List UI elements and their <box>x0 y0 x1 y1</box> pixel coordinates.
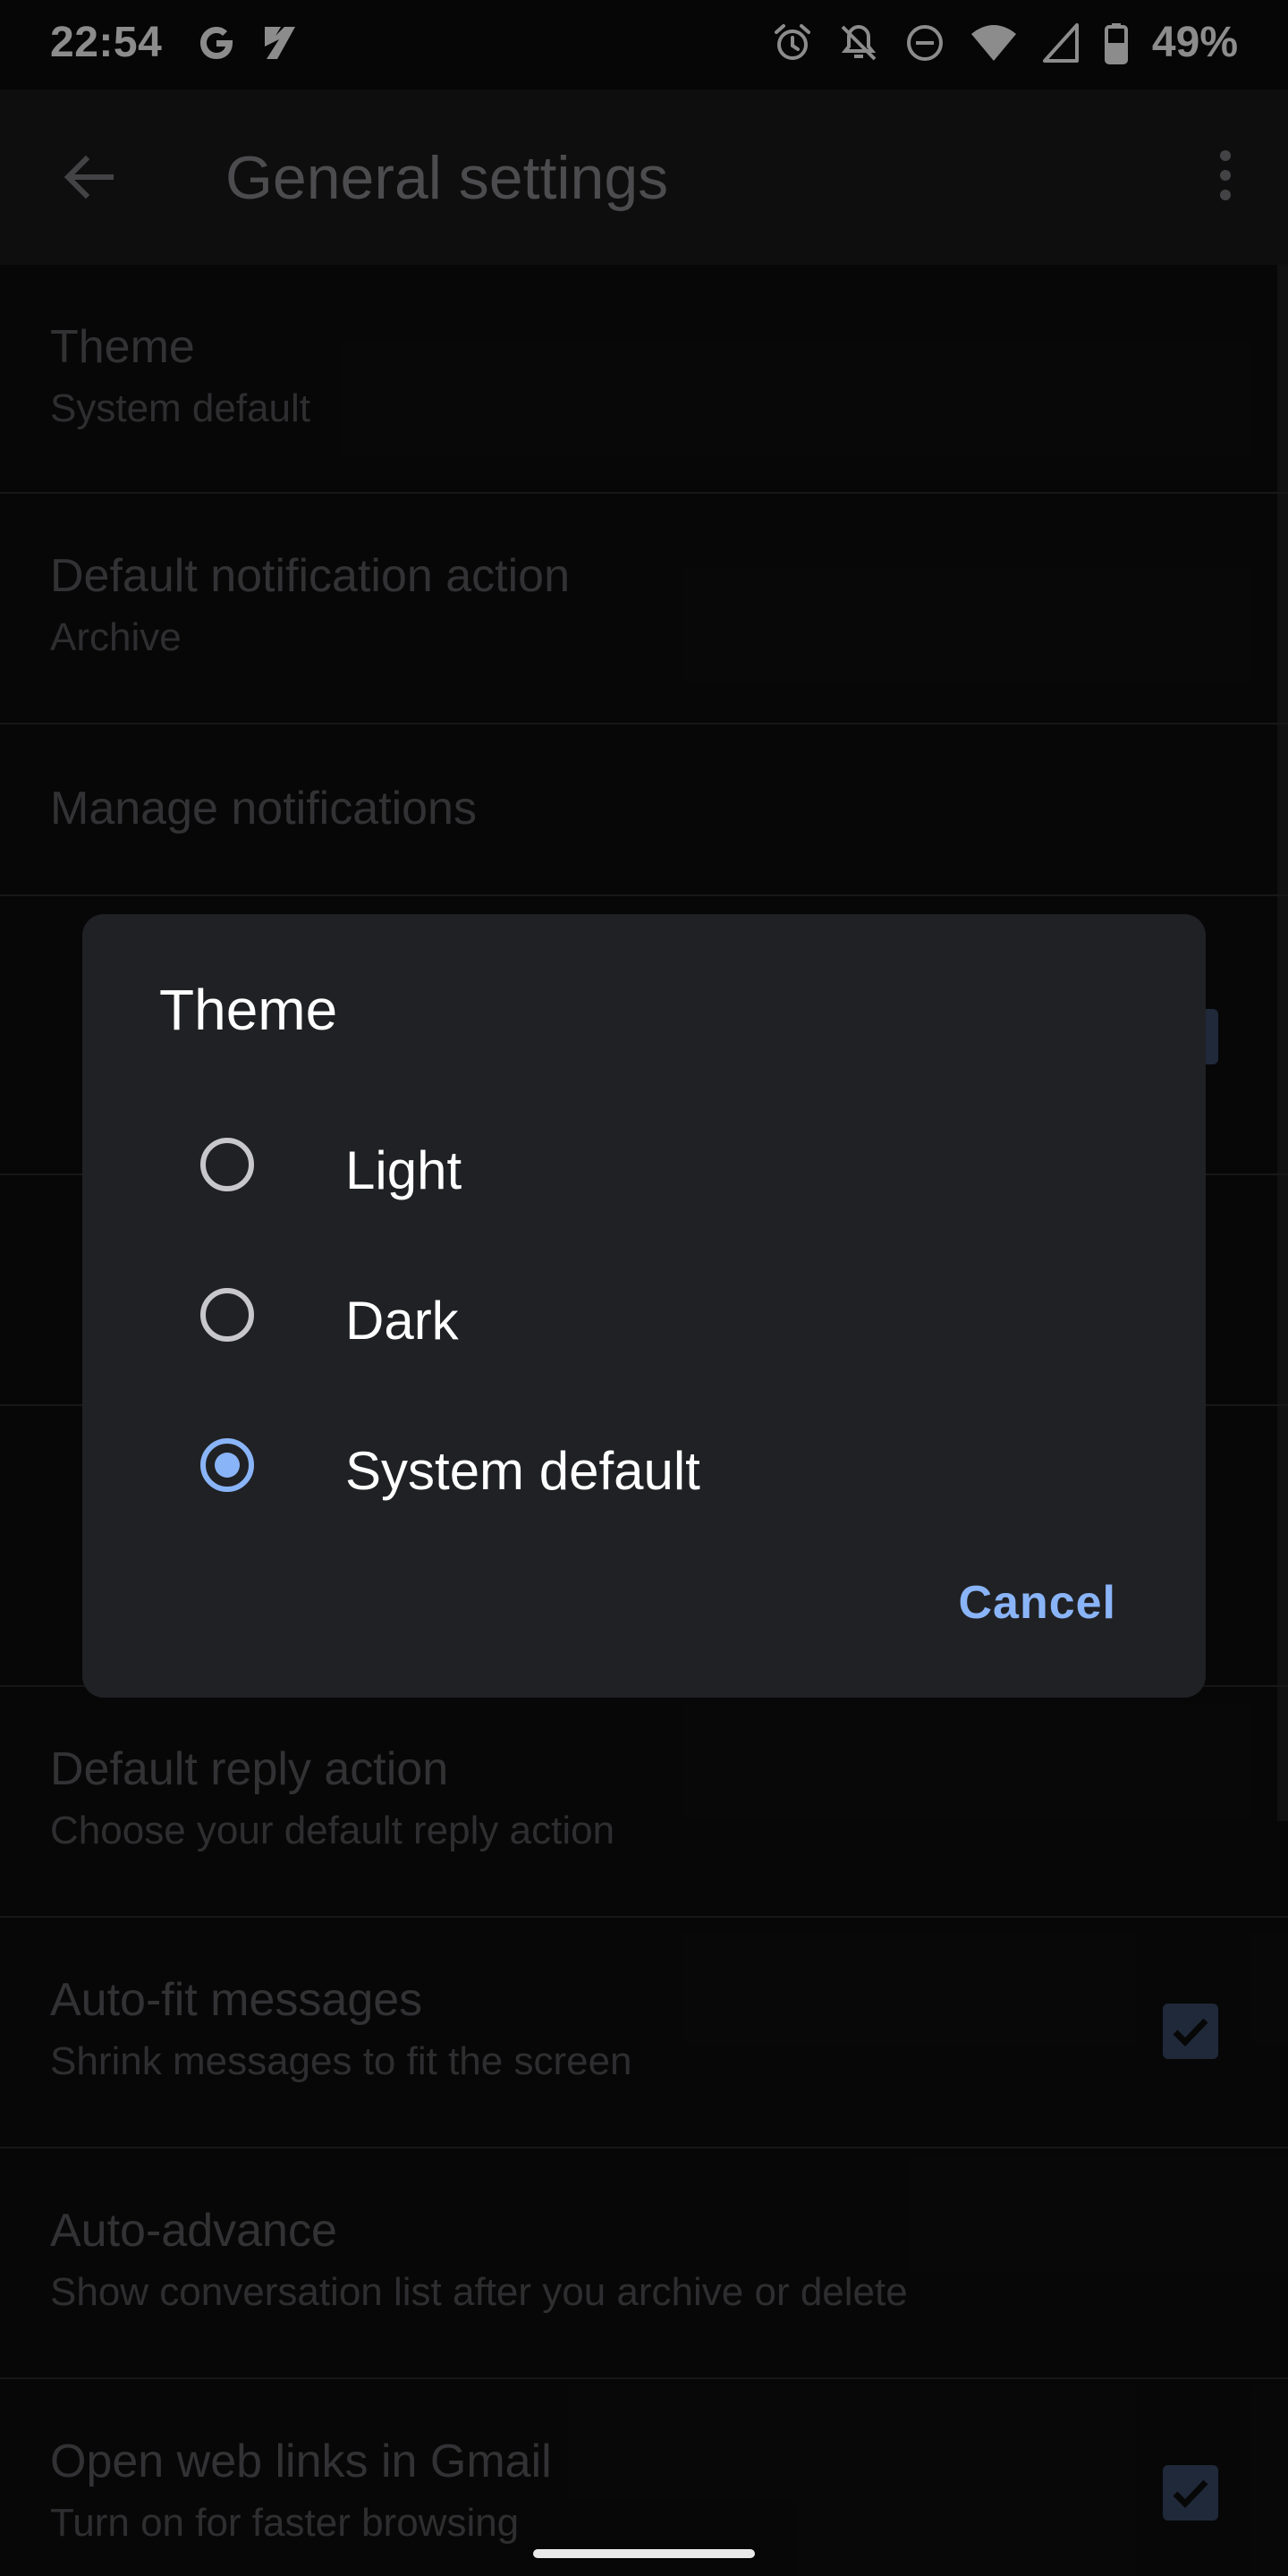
theme-option-dark[interactable]: Dark <box>118 1256 1170 1381</box>
theme-option-light[interactable]: Light <box>118 1106 1170 1231</box>
option-label: Dark <box>345 1291 459 1351</box>
cancel-button[interactable]: Cancel <box>958 1576 1116 1630</box>
radio-dark[interactable] <box>200 1288 254 1342</box>
option-label: Light <box>345 1140 462 1200</box>
dialog-title: Theme <box>159 978 338 1042</box>
gesture-navigation-bar[interactable] <box>533 2549 755 2558</box>
theme-dialog: Theme Light Dark System default Cancel <box>82 914 1206 1698</box>
option-label: System default <box>345 1441 700 1501</box>
radio-system-default[interactable] <box>200 1438 254 1492</box>
theme-option-system-default[interactable]: System default <box>118 1406 1170 1531</box>
screen: 22:54 49% General settings Theme System … <box>0 0 1288 2576</box>
radio-light[interactable] <box>200 1138 254 1191</box>
